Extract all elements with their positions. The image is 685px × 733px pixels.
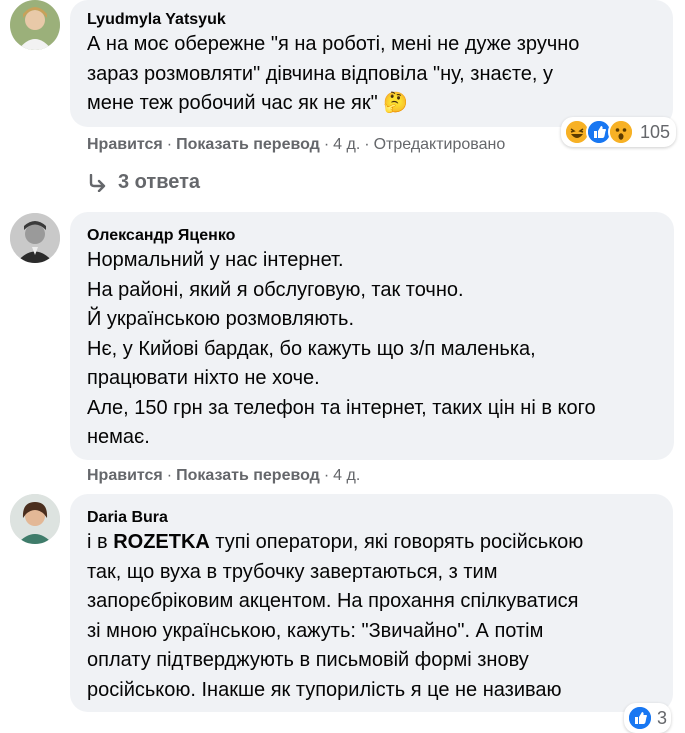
reaction-count: 3: [657, 707, 668, 728]
reactions-summary[interactable]: 3: [624, 703, 672, 733]
comment-text-line: російською. Інакше як тупорилість я це н…: [87, 678, 562, 701]
like-button[interactable]: Нравится: [87, 467, 163, 484]
comment-text-line: мене теж робочий час як не як" 🤔: [87, 89, 657, 119]
edited-label: Отредактировано: [373, 136, 506, 153]
brand-mention: ROZETKA: [113, 531, 210, 553]
comment-text-line: оплату підтверджують в письмовій формі з…: [87, 649, 529, 671]
comment-text-line: немає.: [87, 426, 150, 448]
comment-text-segment: тупі оператори, які говорять російською: [209, 531, 584, 553]
reaction-count: 105: [640, 121, 671, 142]
comment-bubble: Lyudmyla Yatsyuk А на моє обережне "я на…: [70, 0, 673, 127]
wow-reaction-icon: [608, 119, 634, 145]
view-replies-button[interactable]: 3 ответа: [88, 171, 200, 194]
like-button[interactable]: Нравится: [87, 136, 163, 153]
replies-label: 3 ответа: [118, 171, 201, 193]
comment-author[interactable]: Lyudmyla Yatsyuk: [87, 10, 657, 30]
comment-text-line: Нє, у Кийові бардак, бо кажуть що з/п ма…: [87, 337, 536, 360]
comment-author[interactable]: Олександр Яценко: [87, 226, 658, 246]
show-translation-button[interactable]: Показать перевод: [176, 467, 320, 484]
comment-text-line: працювати ніхто не хоче.: [87, 367, 320, 389]
comment-text-line: зараз розмовляти" дівчина відповіла "ну,…: [87, 62, 553, 85]
thinking-emoji-icon: 🤔: [383, 92, 409, 114]
comment-text-segment: мене теж робочий час як не як": [87, 92, 378, 114]
comment-bubble: Daria Bura і в ROZETKA тупі оператори, я…: [70, 494, 673, 712]
show-translation-button[interactable]: Показать перевод: [176, 136, 320, 153]
reactions-summary[interactable]: 105: [561, 117, 677, 147]
comment-text-line: запорєбріковим акцентом. На прохання спі…: [87, 590, 579, 612]
timestamp[interactable]: 4 д.: [333, 136, 360, 153]
comment-text-line: зі мною українською, кажуть: "Звичайно".…: [87, 619, 544, 642]
comment-text-line: А на моє обережне "я на роботі, мені не …: [87, 33, 580, 55]
avatar[interactable]: [10, 494, 60, 544]
comment-text-line: так, що вуха в трубочку завертаються, з …: [87, 560, 498, 583]
avatar[interactable]: [10, 0, 60, 50]
reply-arrow-icon: [89, 173, 106, 192]
comment-author[interactable]: Daria Bura: [87, 508, 657, 528]
comment-text-line: Й українською розмовляють.: [87, 308, 355, 330]
comment-text-line: і в ROZETKA тупі оператори, які говорять…: [87, 528, 657, 558]
timestamp[interactable]: 4 д.: [333, 467, 360, 484]
comment-actions: Нравится · Показать перевод · 4 д.: [87, 467, 361, 484]
like-reaction-icon: [627, 705, 653, 731]
comment-text-line: На районі, який я обслуговую, так точно.: [87, 278, 464, 301]
comment-text-segment: і в: [87, 531, 114, 553]
comment-actions: Нравится · Показать перевод · 4 д. · Отредакти…: [87, 136, 506, 153]
comment-text-line: Але, 150 грн за телефон та інтернет, так…: [87, 396, 596, 419]
comment-text-line: Нормальний у нас інтернет.: [87, 249, 344, 271]
avatar[interactable]: [10, 213, 60, 263]
comment-bubble: Олександр Яценко Нормальний у нас інтерн…: [70, 212, 674, 460]
